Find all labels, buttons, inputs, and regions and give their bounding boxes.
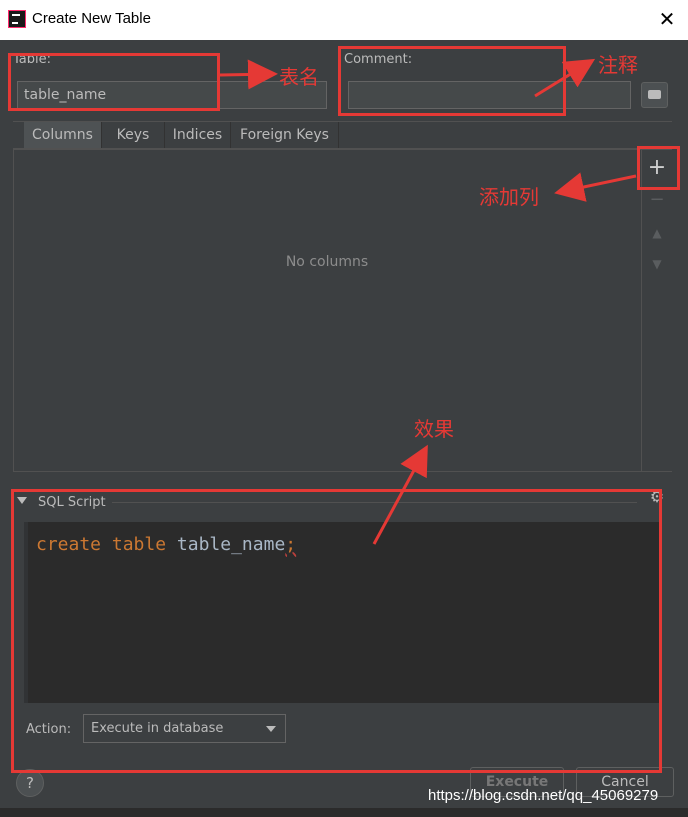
watermark: https://blog.csdn.net/qq_45069279	[428, 787, 659, 804]
annotation-table-name: 表名	[279, 65, 319, 89]
annotation-arrows	[219, 58, 637, 545]
annotation-result: 效果	[414, 417, 454, 441]
arrow-comment	[534, 58, 596, 98]
annotation-comment: 注释	[598, 53, 638, 77]
annotation-add-column: 添加列	[479, 185, 539, 209]
arrow-table	[219, 59, 278, 90]
arrow-result	[372, 444, 428, 545]
arrow-add	[554, 172, 637, 202]
